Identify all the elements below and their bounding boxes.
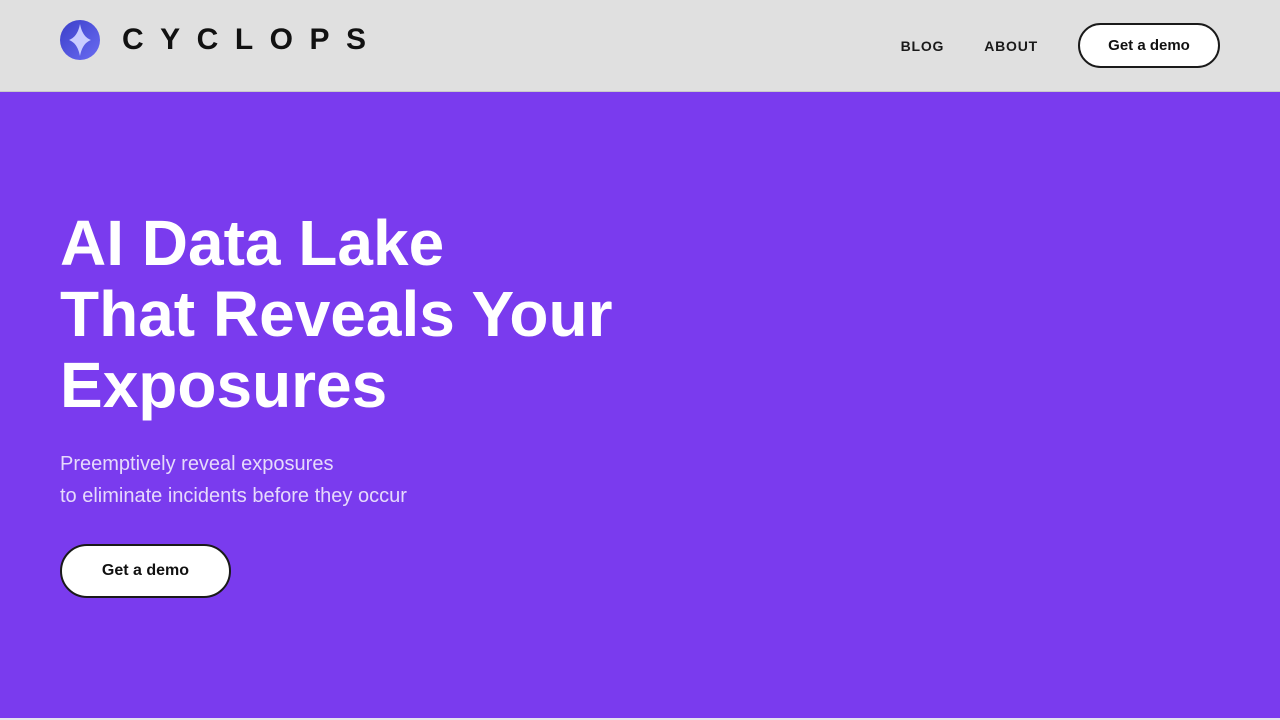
hero-get-demo-button[interactable]: Get a demo [60, 544, 231, 598]
hero-title-line: Exposures [60, 349, 388, 421]
brand-logo[interactable]: CYCLOPS [60, 20, 383, 60]
site-header: CYCLOPS BLOG ABOUT Get a demo [0, 0, 1280, 92]
nav-link-blog[interactable]: BLOG [901, 38, 945, 54]
brand-name: CYCLOPS [122, 23, 383, 56]
hero-title-line: AI Data Lake [60, 207, 445, 279]
nav-link-about[interactable]: ABOUT [984, 38, 1038, 54]
hero-title-line: That Reveals Your [60, 278, 613, 350]
hero-subtitle: Preemptively reveal exposures to elimina… [60, 448, 407, 512]
main-nav: BLOG ABOUT Get a demo [901, 23, 1220, 68]
hero-section: AI Data Lake That Reveals Your Exposures… [0, 92, 1280, 718]
hero-subtitle-line: Preemptively reveal exposures [60, 453, 334, 475]
cyclops-eye-logo-icon [60, 20, 100, 60]
hero-title: AI Data Lake That Reveals Your Exposures [60, 208, 680, 421]
header-get-demo-button[interactable]: Get a demo [1078, 23, 1220, 68]
hero-subtitle-line: to eliminate incidents before they occur [60, 485, 407, 507]
